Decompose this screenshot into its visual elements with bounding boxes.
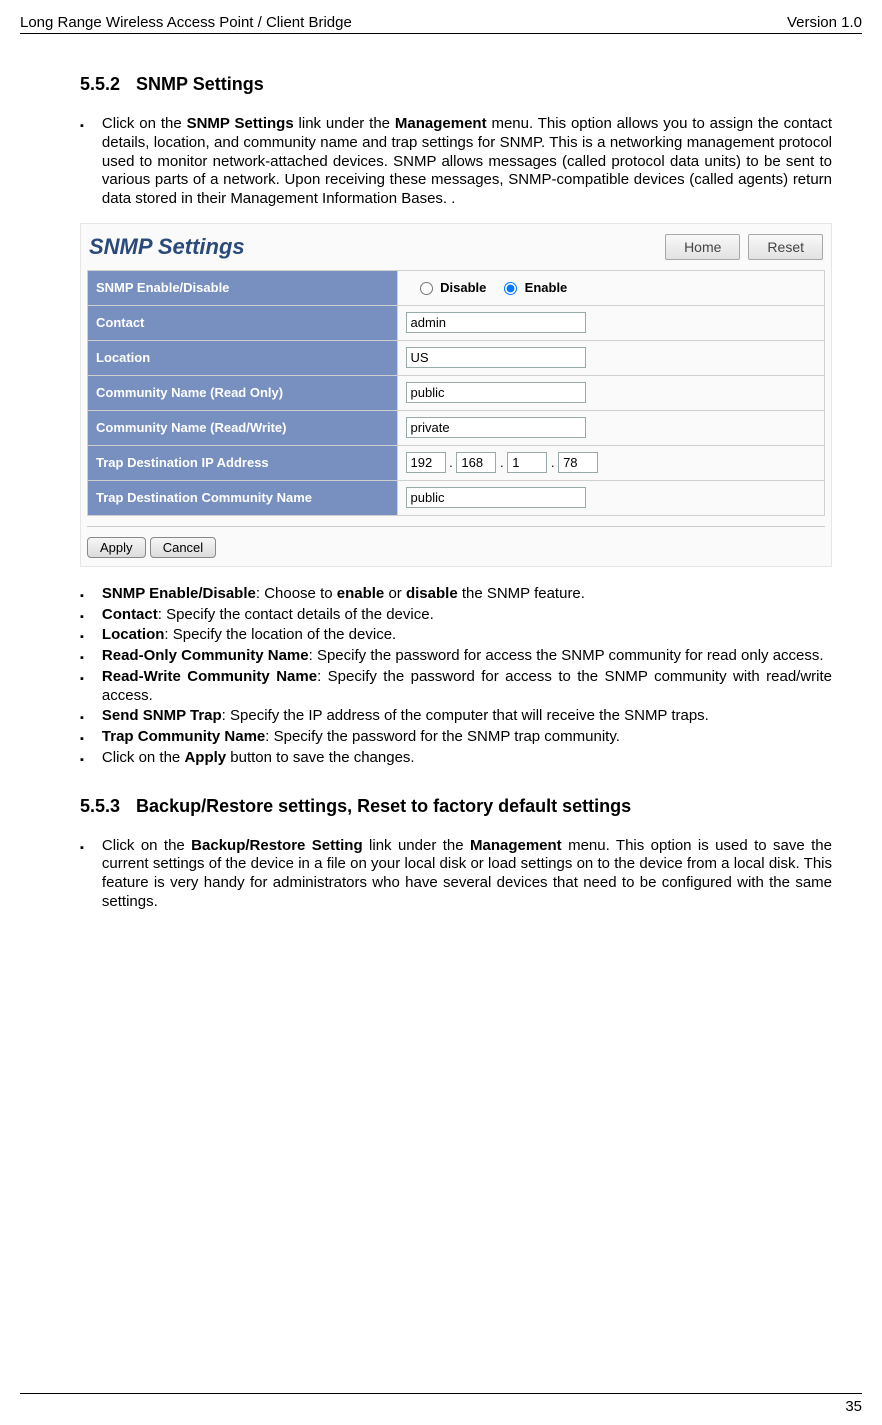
contact-input[interactable] [406, 312, 586, 333]
reset-button[interactable]: Reset [748, 234, 823, 260]
location-input[interactable] [406, 347, 586, 368]
community-rw-input[interactable] [406, 417, 586, 438]
bullet-apply: Click on the Apply button to save the ch… [102, 749, 832, 768]
row-label-trap-cn: Trap Destination Community Name [88, 480, 398, 515]
bullet-enable: SNMP Enable/Disable: Choose to enable or… [102, 585, 832, 604]
enable-radio[interactable] [504, 282, 517, 295]
row-label-comm-ro: Community Name (Read Only) [88, 375, 398, 410]
section2-intro: Click on the Backup/Restore Setting link… [102, 837, 832, 912]
bullet-trap: Send SNMP Trap: Specify the IP address o… [102, 707, 832, 726]
ip-octet-3[interactable] [507, 452, 547, 473]
ip-octet-1[interactable] [406, 452, 446, 473]
section1-intro: Click on the SNMP Settings link under th… [102, 115, 832, 209]
bullet-trap-cn: Trap Community Name: Specify the passwor… [102, 728, 832, 747]
settings-table: SNMP Enable/Disable Disable Enable Conta… [87, 270, 825, 516]
section-title-2: Backup/Restore settings, Reset to factor… [136, 796, 631, 816]
bullet-ro: Read-Only Community Name: Specify the pa… [102, 647, 832, 666]
row-label-trap-ip: Trap Destination IP Address [88, 445, 398, 480]
row-label-comm-rw: Community Name (Read/Write) [88, 410, 398, 445]
row-label-enable: SNMP Enable/Disable [88, 270, 398, 305]
disable-label: Disable [440, 280, 486, 295]
ip-octet-4[interactable] [558, 452, 598, 473]
disable-radio[interactable] [420, 282, 433, 295]
row-label-location: Location [88, 340, 398, 375]
section-number: 5.5.2 [80, 74, 120, 94]
page-number: 35 [845, 1398, 862, 1415]
bullet-contact: Contact: Specify the contact details of … [102, 606, 832, 625]
bullet-location: Location: Specify the location of the de… [102, 626, 832, 645]
section-number-2: 5.5.3 [80, 796, 120, 816]
panel-title: SNMP Settings [89, 234, 245, 260]
section-title: SNMP Settings [136, 74, 264, 94]
header-left: Long Range Wireless Access Point / Clien… [20, 14, 352, 31]
enable-label: Enable [525, 280, 568, 295]
cancel-button[interactable]: Cancel [150, 537, 216, 558]
section-heading-snmp: 5.5.2 SNMP Settings [80, 74, 832, 95]
ip-octet-2[interactable] [456, 452, 496, 473]
snmp-settings-panel: SNMP Settings Home Reset SNMP Enable/Dis… [80, 223, 832, 567]
home-button[interactable]: Home [665, 234, 740, 260]
row-label-contact: Contact [88, 305, 398, 340]
section-heading-backup: 5.5.3 Backup/Restore settings, Reset to f… [80, 796, 832, 817]
header-right: Version 1.0 [787, 14, 862, 31]
community-ro-input[interactable] [406, 382, 586, 403]
bullet-rw: Read-Write Community Name: Specify the p… [102, 668, 832, 706]
trap-community-input[interactable] [406, 487, 586, 508]
apply-button[interactable]: Apply [87, 537, 146, 558]
